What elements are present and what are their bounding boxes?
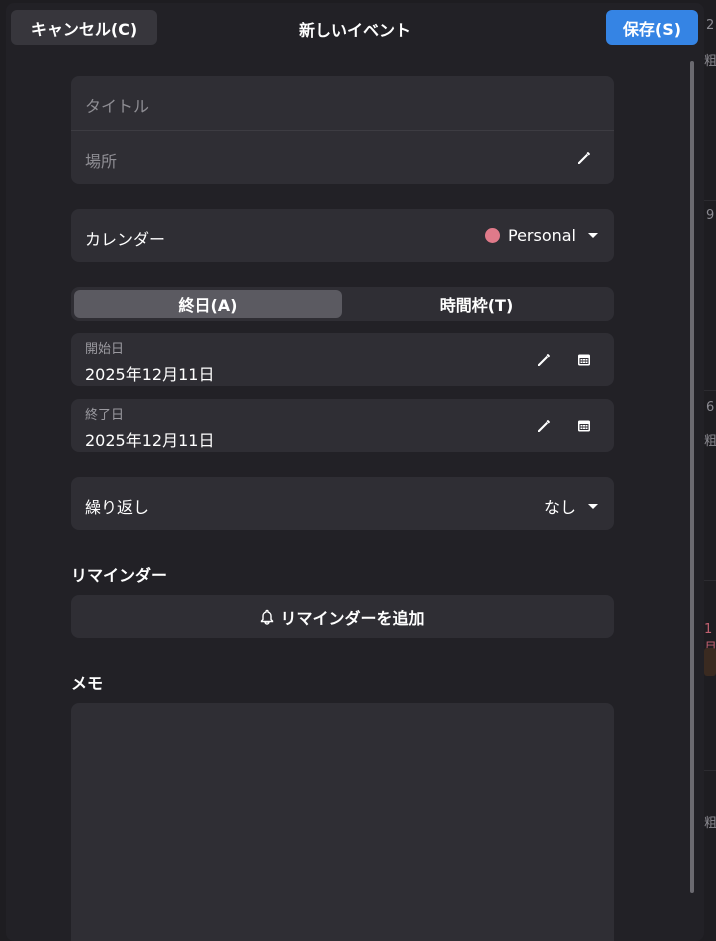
bg-event-text: 粗 xyxy=(704,434,716,449)
add-reminder-button[interactable]: リマインダーを追加 xyxy=(71,595,614,638)
edit-end-date-button[interactable] xyxy=(532,414,556,438)
repeat-row[interactable]: 繰り返し なし xyxy=(71,477,614,530)
time-mode-toggle: 終日(A) 時間枠(T) xyxy=(71,287,614,321)
calendar-dropdown[interactable]: Personal xyxy=(484,226,598,245)
repeat-dropdown[interactable]: なし xyxy=(544,494,598,518)
bell-icon xyxy=(261,609,274,625)
end-date-value: 2025年12月11日 xyxy=(85,431,215,450)
calendar-icon xyxy=(578,420,590,432)
calendar-row[interactable]: カレンダー Personal xyxy=(71,209,614,262)
add-reminder-label: リマインダーを追加 xyxy=(280,608,425,628)
location-input[interactable]: 場所 xyxy=(85,148,117,172)
bg-event-chip xyxy=(704,648,716,676)
start-date-calendar-button[interactable] xyxy=(572,348,596,372)
edit-location-button[interactable] xyxy=(572,146,596,170)
cancel-button[interactable]: キャンセル(C) xyxy=(11,10,157,45)
end-date-row: 終了日 2025年12月11日 xyxy=(71,399,614,452)
chevron-down-icon xyxy=(588,503,598,509)
memo-textarea[interactable] xyxy=(71,703,614,941)
repeat-selected: なし xyxy=(543,498,576,517)
tab-all-day[interactable]: 終日(A) xyxy=(74,290,342,318)
bg-divider xyxy=(704,580,716,581)
bg-event-text: 粗 xyxy=(704,816,716,831)
scrollbar[interactable] xyxy=(690,61,694,893)
calendar-label: カレンダー xyxy=(85,230,166,249)
calendar-color-dot xyxy=(484,228,500,243)
start-date-value: 2025年12月11日 xyxy=(85,365,215,384)
save-button[interactable]: 保存(S) xyxy=(606,10,698,45)
end-date-calendar-button[interactable] xyxy=(572,414,596,438)
memo-heading: メモ xyxy=(71,674,104,693)
bg-day-number: 9 xyxy=(706,208,715,223)
new-event-dialog: キャンセル(C) 新しいイベント 保存(S) タイトル 場所 カレンダー Per… xyxy=(6,3,704,941)
bg-event-text: 粗 xyxy=(704,54,716,69)
divider xyxy=(71,130,614,131)
edit-start-date-button[interactable] xyxy=(532,348,556,372)
bg-divider xyxy=(704,390,716,391)
dialog-title: 新しいイベント xyxy=(298,21,411,40)
bg-day-number: 2 xyxy=(706,18,715,33)
tab-time-slot[interactable]: 時間枠(T) xyxy=(342,290,611,318)
bg-day-number: 6 xyxy=(706,400,715,415)
repeat-label: 繰り返し xyxy=(85,498,150,517)
pencil-icon xyxy=(538,420,550,432)
start-date-label: 開始日 xyxy=(85,342,125,357)
pencil-icon xyxy=(538,354,550,366)
chevron-down-icon xyxy=(588,233,598,238)
start-date-row: 開始日 2025年12月11日 xyxy=(71,333,614,386)
calendar-selected: Personal xyxy=(507,226,576,245)
bg-divider xyxy=(704,770,716,771)
pencil-icon xyxy=(578,152,590,164)
title-input[interactable]: タイトル xyxy=(85,93,149,117)
reminders-heading: リマインダー xyxy=(71,566,168,585)
title-location-card: タイトル 場所 xyxy=(71,76,614,184)
end-date-label: 終了日 xyxy=(85,408,125,423)
bg-divider xyxy=(704,200,716,201)
calendar-icon xyxy=(578,354,590,366)
